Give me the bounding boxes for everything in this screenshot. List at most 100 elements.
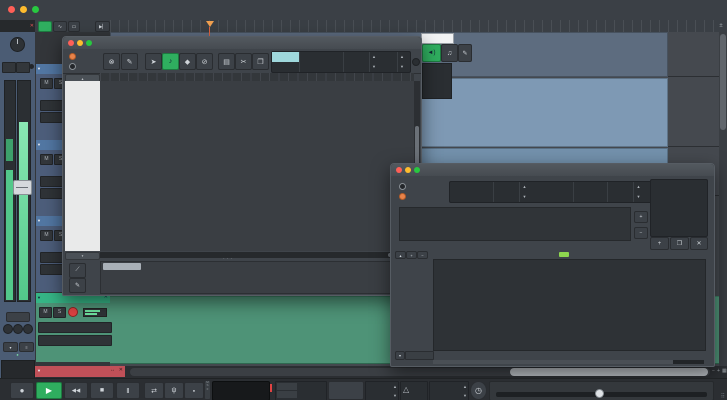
- freeze-icon[interactable]: ▭: [68, 21, 80, 32]
- collapse-arrow-icon[interactable]: ▼: [37, 295, 41, 300]
- playlist-radio[interactable]: [399, 183, 406, 190]
- scale-collapse-button[interactable]: ▾: [395, 351, 405, 360]
- piano-roll-hscrollbar[interactable]: [100, 252, 414, 258]
- eq-button[interactable]: [6, 312, 30, 322]
- collapse-track-icon[interactable]: ▶▏: [95, 21, 110, 32]
- track-value[interactable]: [574, 192, 608, 202]
- speed-slider-thumb[interactable]: [595, 389, 604, 398]
- note-tool-button[interactable]: ♪: [162, 53, 179, 70]
- monitor-midi-button[interactable]: ◄): [422, 44, 441, 62]
- playhead-marker[interactable]: [206, 21, 214, 27]
- grid-mode-button[interactable]: [272, 52, 300, 62]
- mute-button[interactable]: M: [40, 78, 53, 89]
- ruler-zoom-corner[interactable]: ±: [715, 20, 727, 32]
- rewind-button[interactable]: ◀◀: [64, 382, 88, 399]
- send-knob-2[interactable]: [13, 324, 23, 334]
- resize-icon[interactable]: ↔: [110, 367, 115, 373]
- velocity-down-arrow[interactable]: ▼: [370, 62, 378, 72]
- midi-notes-button[interactable]: ♫: [441, 44, 458, 62]
- edit-part-button[interactable]: ✎: [121, 53, 138, 70]
- plugin-slot[interactable]: [1, 360, 35, 379]
- octave-up-button[interactable]: ▴: [395, 251, 406, 259]
- mute-button[interactable]: M: [40, 230, 53, 241]
- window-minimize-button[interactable]: [77, 40, 83, 46]
- velocity-lane[interactable]: [100, 261, 416, 294]
- add-pattern-slot-button[interactable]: +: [634, 211, 648, 223]
- send-knob-3[interactable]: [23, 324, 33, 334]
- part-down-arrow[interactable]: ▼: [398, 62, 406, 72]
- grid-button[interactable]: [328, 381, 364, 400]
- collapse-arrow-icon[interactable]: ▼: [37, 368, 41, 373]
- hscroll-thumb[interactable]: [510, 368, 708, 376]
- pause-button[interactable]: Ⅱ: [116, 382, 140, 399]
- mute-tool-button[interactable]: ⊘: [196, 53, 213, 70]
- velocity-pencil-tool[interactable]: ✎: [69, 278, 86, 293]
- remove-row-button[interactable]: −: [417, 251, 428, 259]
- zoom-in-icon[interactable]: +: [717, 368, 720, 374]
- window-titlebar[interactable]: [63, 37, 421, 49]
- fx-button[interactable]: [38, 21, 52, 32]
- mute-button[interactable]: [2, 62, 16, 73]
- midi-edit-button[interactable]: ✎: [458, 44, 472, 62]
- grid-view-icon[interactable]: ▦: [722, 368, 727, 374]
- step-grid[interactable]: [433, 259, 706, 351]
- pan-knob[interactable]: [10, 37, 25, 52]
- select-tool-button[interactable]: ➤: [145, 53, 162, 70]
- clip-label-box[interactable]: [421, 33, 454, 44]
- bpm-up-arrow[interactable]: ▲: [393, 384, 397, 389]
- record-arm-button[interactable]: [68, 307, 78, 317]
- tuner-button[interactable]: ψ: [164, 382, 184, 399]
- transpose-down-arrow[interactable]: ▼: [463, 393, 467, 398]
- piano-keyboard[interactable]: [65, 81, 100, 251]
- mute-button[interactable]: M: [39, 307, 52, 318]
- add-row-button[interactable]: +: [406, 251, 417, 259]
- velocity-header[interactable]: [344, 52, 370, 62]
- volume-fader[interactable]: [13, 180, 32, 195]
- step-length-value[interactable]: [529, 192, 574, 202]
- steps-up-arrow[interactable]: ▲: [520, 182, 529, 192]
- record-button[interactable]: ●: [10, 382, 34, 399]
- bpm-down-arrow[interactable]: ▼: [393, 393, 397, 398]
- midi-input-box[interactable]: [38, 322, 112, 333]
- toolbar-knob[interactable]: [412, 58, 420, 66]
- grid-value[interactable]: [272, 62, 300, 72]
- pattern-value[interactable]: [450, 192, 494, 202]
- collapse-arrow-icon[interactable]: ▼: [37, 66, 41, 71]
- collapse-arrow-icon[interactable]: ▼: [37, 142, 41, 147]
- main-hscrollbar[interactable]: [130, 368, 710, 376]
- play-button[interactable]: ▶: [36, 382, 62, 399]
- velocity-ramp-tool[interactable]: ⟋: [69, 263, 86, 278]
- mute-button[interactable]: M: [40, 154, 53, 165]
- part-value[interactable]: [378, 62, 398, 72]
- routing-button[interactable]: ≡: [19, 342, 34, 352]
- hscroll-thumb[interactable]: [433, 360, 673, 364]
- velocity-up-arrow[interactable]: ▲: [370, 52, 378, 62]
- pattern-timeline[interactable]: [399, 207, 631, 241]
- note-grid[interactable]: [100, 81, 414, 251]
- song-radio[interactable]: [69, 53, 76, 60]
- diamond-tool-button[interactable]: ◆: [179, 53, 196, 70]
- window-zoom-button[interactable]: [86, 40, 92, 46]
- freerun-radio[interactable]: [399, 193, 406, 200]
- note-length-header[interactable]: [300, 52, 344, 62]
- main-vscrollbar[interactable]: [719, 32, 727, 366]
- bpm-up-arrow[interactable]: ▲: [634, 182, 643, 192]
- stop-button[interactable]: ■: [90, 382, 114, 399]
- count-in-button[interactable]: ●: [184, 382, 204, 399]
- close-icon[interactable]: ✕: [119, 367, 123, 373]
- paste-button[interactable]: ▤: [218, 53, 235, 70]
- window-zoom-button[interactable]: [414, 167, 420, 173]
- rec-dot[interactable]: [29, 64, 34, 69]
- collapse-velocity-button[interactable]: ▾: [65, 252, 100, 260]
- metronome-icon[interactable]: △: [403, 385, 409, 394]
- resize-grip-icon[interactable]: ⠿: [721, 393, 725, 400]
- delete-pattern-button[interactable]: ✕: [690, 237, 708, 250]
- vscroll-thumb[interactable]: [720, 34, 726, 130]
- compressor-label[interactable]: ●: [0, 353, 35, 357]
- velocity-value[interactable]: [344, 62, 370, 72]
- sequencer-hscrollbar[interactable]: [433, 360, 704, 364]
- transpose-up-arrow[interactable]: ▲: [463, 384, 467, 389]
- automation-icon[interactable]: ∿: [53, 21, 67, 32]
- send-knob-1[interactable]: [3, 324, 13, 334]
- output-menu-button[interactable]: ▾: [3, 342, 18, 352]
